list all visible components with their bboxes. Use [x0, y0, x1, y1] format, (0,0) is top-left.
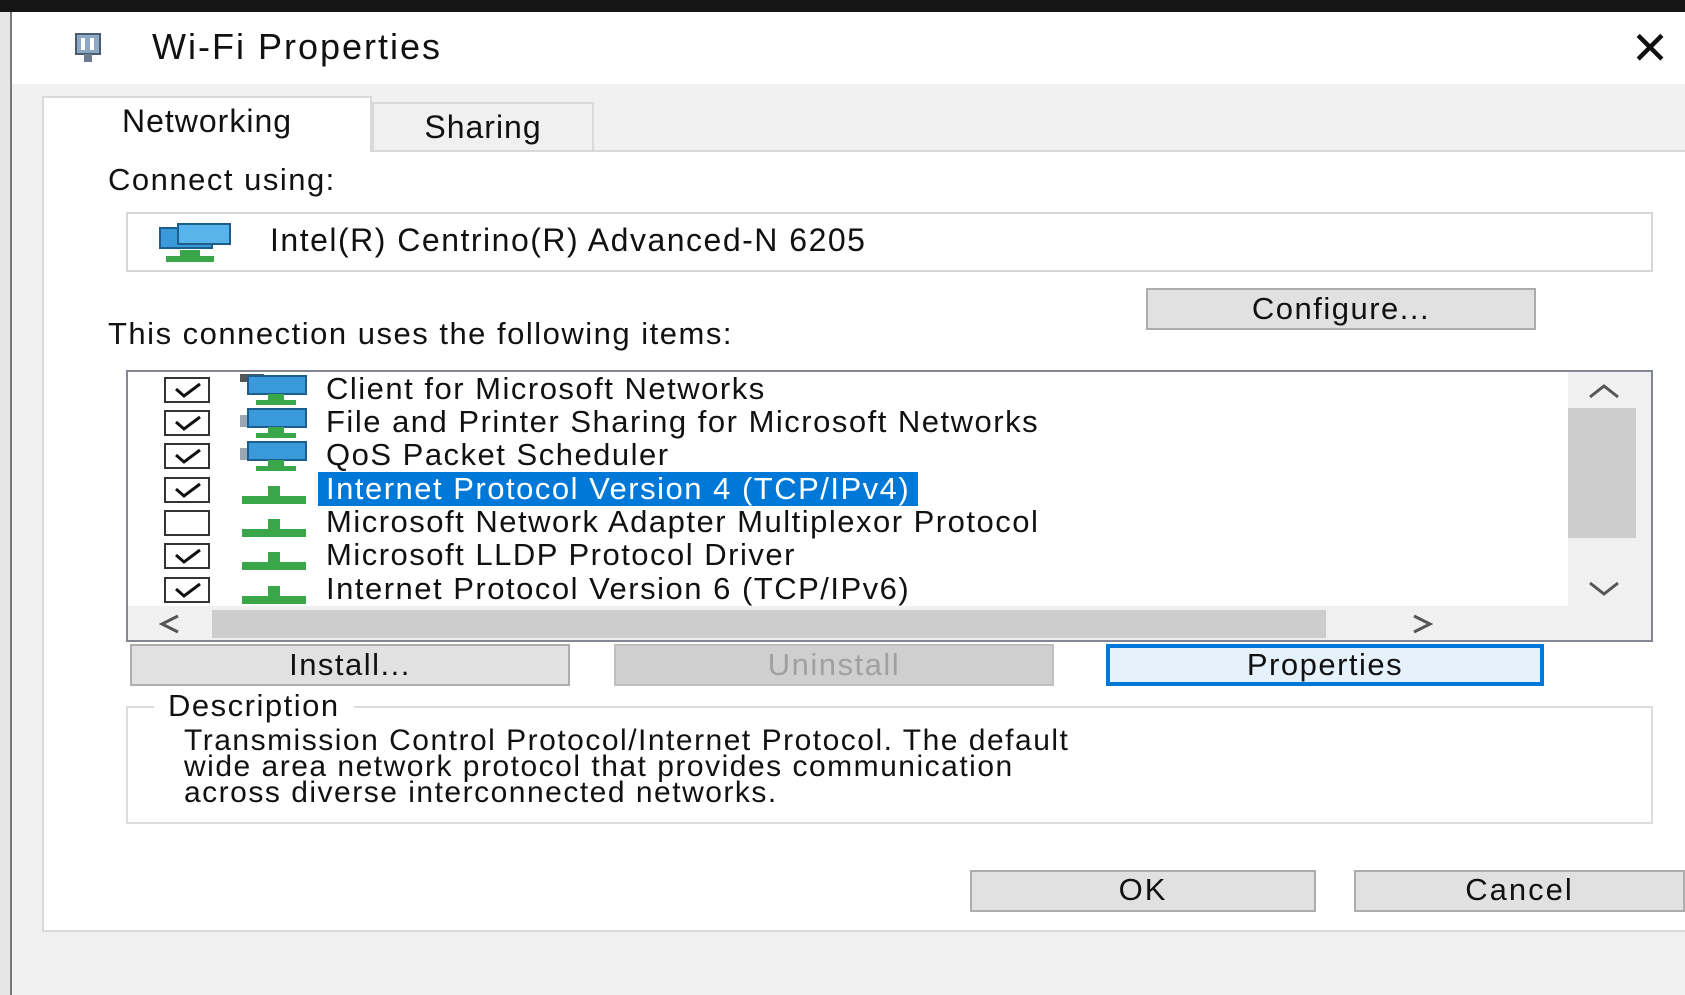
item-checkbox[interactable] [164, 410, 210, 436]
configure-button[interactable]: Configure... [1146, 288, 1536, 330]
item-checkbox[interactable] [164, 543, 210, 569]
checkmark-icon [175, 482, 201, 498]
dialog-title: Wi-Fi Properties [152, 26, 443, 67]
configure-button-label: Configure... [1251, 291, 1431, 326]
background-window-left-edge [0, 12, 12, 995]
list-item[interactable]: Microsoft Network Adapter Multiplexor Pr… [128, 505, 1568, 539]
scroll-left-icon[interactable] [158, 614, 182, 634]
cancel-button-label: Cancel [1465, 872, 1574, 907]
item-checkbox[interactable] [164, 577, 210, 603]
list-item[interactable]: Internet Protocol Version 4 (TCP/IPv4) [128, 472, 1568, 506]
client-network-icon [240, 374, 307, 405]
close-button[interactable]: ✕ [1620, 22, 1680, 74]
components-list[interactable]: Client for Microsoft Networks File and P… [126, 370, 1653, 642]
tab-networking-label: Networking [121, 103, 293, 139]
background-window-edge [0, 0, 1685, 12]
close-icon: ✕ [1630, 22, 1670, 74]
description-group: Description Transmission Control Protoco… [126, 688, 1653, 824]
item-checkbox[interactable] [164, 477, 210, 503]
protocol-icon [242, 486, 306, 504]
list-item-label: Client for Microsoft Networks [326, 371, 766, 406]
item-checkbox[interactable] [164, 377, 210, 403]
ok-button[interactable]: OK [970, 870, 1316, 912]
ok-button-label: OK [1118, 872, 1168, 907]
uninstall-button[interactable]: Uninstall [614, 644, 1054, 686]
description-text: Transmission Control Protocol/Internet P… [184, 726, 1624, 809]
protocol-icon [242, 519, 306, 537]
network-adapter-icon [159, 223, 231, 262]
checkmark-icon [175, 415, 201, 431]
list-item-label: Internet Protocol Version 6 (TCP/IPv6) [326, 571, 911, 606]
networking-tab-panel: Connect using: Intel(R) Centrino(R) Adva… [42, 150, 1685, 932]
tab-sharing-label: Sharing [424, 109, 542, 145]
uninstall-button-label: Uninstall [767, 647, 901, 682]
item-checkbox[interactable] [164, 510, 210, 536]
protocol-icon [242, 552, 306, 570]
adapter-display: Intel(R) Centrino(R) Advanced-N 6205 [126, 212, 1653, 272]
connect-using-label: Connect using: [108, 162, 336, 197]
description-line: across diverse interconnected networks. [184, 776, 778, 809]
list-item-label: Microsoft Network Adapter Multiplexor Pr… [326, 504, 1040, 539]
list-item[interactable]: Microsoft LLDP Protocol Driver [128, 538, 1568, 572]
list-item[interactable]: QoS Packet Scheduler [128, 438, 1568, 472]
service-network-icon [240, 408, 307, 438]
title-bar[interactable]: Wi-Fi Properties ✕ [12, 12, 1685, 84]
tab-networking[interactable]: Networking [42, 96, 372, 152]
adapter-name: Intel(R) Centrino(R) Advanced-N 6205 [270, 222, 867, 258]
list-item[interactable]: Client for Microsoft Networks [128, 372, 1568, 406]
network-adapter-icon [75, 33, 101, 62]
list-item[interactable]: File and Printer Sharing for Microsoft N… [128, 405, 1568, 439]
list-item-label-selected: Internet Protocol Version 4 (TCP/IPv4) [318, 472, 919, 506]
horizontal-scrollbar[interactable] [128, 606, 1651, 640]
properties-button[interactable]: Properties [1106, 644, 1544, 686]
install-button[interactable]: Install... [130, 644, 570, 686]
scroll-up-icon[interactable] [1588, 382, 1620, 400]
properties-button-label: Properties [1246, 647, 1404, 682]
vertical-scrollbar[interactable] [1568, 372, 1651, 606]
scroll-right-icon[interactable] [1410, 614, 1434, 634]
checkmark-icon [175, 582, 201, 598]
items-label: This connection uses the following items… [108, 316, 733, 351]
list-item-label: QoS Packet Scheduler [326, 437, 670, 472]
install-button-label: Install... [289, 647, 411, 682]
screen: Wi-Fi Properties ✕ Networking Sharing Co… [0, 0, 1685, 995]
checkmark-icon [175, 382, 201, 398]
description-legend: Description [154, 688, 354, 724]
horizontal-scroll-thumb[interactable] [212, 610, 1326, 638]
item-checkbox[interactable] [164, 443, 210, 469]
tab-sharing[interactable]: Sharing [372, 102, 594, 150]
scroll-down-icon[interactable] [1588, 580, 1620, 598]
list-item-label: Microsoft LLDP Protocol Driver [326, 537, 796, 572]
service-network-icon [240, 441, 307, 471]
checkmark-icon [175, 448, 201, 464]
checkmark-icon [175, 548, 201, 564]
list-item[interactable]: Internet Protocol Version 6 (TCP/IPv6) [128, 572, 1568, 606]
vertical-scroll-thumb[interactable] [1568, 408, 1636, 538]
protocol-icon [242, 586, 306, 604]
cancel-button[interactable]: Cancel [1354, 870, 1685, 912]
list-item-label: File and Printer Sharing for Microsoft N… [326, 404, 1040, 439]
wifi-properties-dialog: Wi-Fi Properties ✕ Networking Sharing Co… [12, 12, 1685, 995]
